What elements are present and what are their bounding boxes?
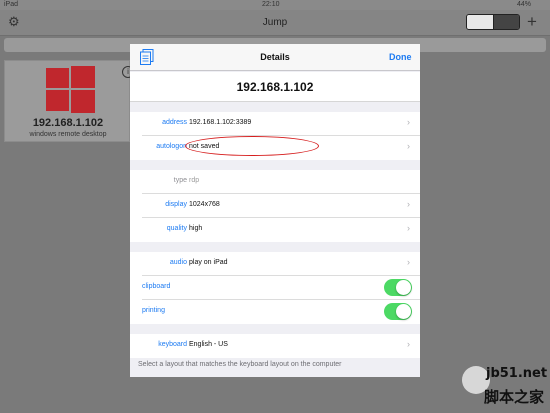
modal-title: Details <box>260 52 290 62</box>
printing-row: printing <box>130 300 420 324</box>
type-row: type rdp <box>130 170 420 194</box>
display-label: display <box>165 201 187 208</box>
autologon-label: autologon <box>156 143 187 150</box>
host-tile[interactable]: i 192.168.1.102 windows remote desktop <box>4 60 134 142</box>
details-modal: Details Done 192.168.1.102 address 192.1… <box>130 44 420 377</box>
display-value: 1024x768 <box>189 201 220 208</box>
clipboard-row: clipboard <box>130 276 420 300</box>
host-subtitle: windows remote desktop <box>29 131 107 138</box>
printing-label: printing <box>142 307 165 314</box>
watermark-url: jb51.net <box>486 366 548 381</box>
quality-value: high <box>189 225 203 232</box>
status-time: 22:10 <box>262 1 280 8</box>
grid-view-icon[interactable] <box>493 15 519 29</box>
device-name: iPad <box>4 1 19 8</box>
keyboard-value: English - US <box>189 341 228 348</box>
chevron-right-icon: › <box>407 199 410 209</box>
watermark-cn: 脚本之家 <box>484 389 545 406</box>
chevron-right-icon: › <box>407 339 410 349</box>
watermark: jb51.net 脚本之家 <box>462 358 550 413</box>
chevron-right-icon: › <box>407 141 410 151</box>
quality-label: quality <box>166 225 187 232</box>
audio-value: play on iPad <box>189 259 228 266</box>
clipboard-label: clipboard <box>142 283 171 290</box>
chevron-right-icon: › <box>407 223 410 233</box>
modal-header: Details Done <box>130 44 420 71</box>
view-mode-toggle[interactable] <box>466 14 520 30</box>
type-value: rdp <box>189 177 200 184</box>
address-row[interactable]: address 192.168.1.102:3389 › <box>130 112 420 136</box>
annotation-oval <box>185 136 319 156</box>
audio-row[interactable]: audio play on iPad › <box>130 252 420 276</box>
keyboard-label: keyboard <box>158 341 187 348</box>
address-value: 192.168.1.102:3389 <box>189 119 252 126</box>
battery-level: 44% <box>517 1 532 8</box>
display-row[interactable]: display 1024x768 › <box>130 194 420 218</box>
host-ip: 192.168.1.102 <box>32 117 104 129</box>
plus-icon[interactable]: + <box>527 12 537 32</box>
chevron-right-icon: › <box>407 257 410 267</box>
keyboard-row[interactable]: keyboard English - US › <box>130 334 420 358</box>
chevron-right-icon: › <box>407 117 410 127</box>
list-view-icon[interactable] <box>467 15 494 29</box>
address-label: address <box>162 119 187 126</box>
quality-row[interactable]: quality high › <box>130 218 420 242</box>
printing-toggle[interactable] <box>384 303 412 320</box>
audio-label: audio <box>169 259 187 266</box>
done-button[interactable]: Done <box>389 52 412 62</box>
navigation-bar: ⚙ Jump + <box>0 10 550 36</box>
status-bar: iPad 22:10 44% <box>0 0 550 10</box>
keyboard-footer-note: Select a layout that matches the keyboar… <box>138 361 342 368</box>
windows-logo-icon <box>46 66 95 113</box>
host-title: 192.168.1.102 <box>130 72 420 102</box>
type-label: type <box>173 177 187 184</box>
clipboard-toggle[interactable] <box>384 279 412 296</box>
